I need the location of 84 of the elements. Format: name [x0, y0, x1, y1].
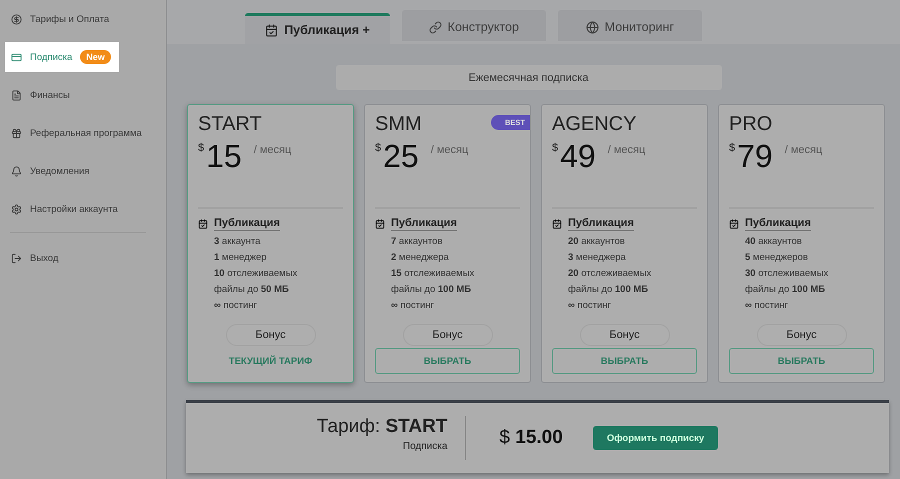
currency-symbol: $: [375, 142, 382, 154]
feature-text: ∞ постинг: [568, 300, 612, 311]
new-badge: New: [80, 50, 111, 64]
bonus-button[interactable]: Бонус: [580, 324, 670, 346]
feature-text: 40 аккаунтов: [745, 236, 803, 247]
price-period: / месяц: [608, 144, 646, 156]
gift-icon: [11, 128, 22, 138]
plan-price: 15: [206, 138, 242, 175]
logout-icon: [11, 252, 22, 264]
tab[interactable]: Публикация +: [245, 13, 390, 44]
feature-text: 5 менеджеров: [745, 252, 809, 263]
calendar-icon: [552, 219, 562, 229]
sidebar-item[interactable]: Настройки аккаунта: [5, 194, 161, 224]
bell-icon: [11, 166, 22, 176]
feature-text: 20 аккаунтов: [568, 236, 626, 247]
price-period: / месяц: [254, 144, 292, 156]
price-period: / месяц: [430, 144, 468, 156]
sidebar-label: Выход: [30, 252, 58, 264]
sidebar-label: Реферальная программа: [30, 128, 142, 138]
plan-type: Подписка: [402, 441, 448, 452]
sidebar-label: Уведомления: [30, 166, 90, 176]
feature-text: 20 отслеживаемых: [568, 268, 652, 279]
tab-label: Мониторинг: [604, 20, 674, 34]
tab-label: Конструктор: [448, 20, 519, 34]
currency-symbol: $: [552, 142, 558, 154]
plan-name: AGENCY: [552, 113, 636, 136]
sidebar-label: Финансы: [30, 90, 70, 100]
feature-text: 10 отслеживаемых: [214, 268, 298, 279]
feature-text: файлы до 100 МБ: [568, 284, 650, 295]
plan-name: SMM: [375, 113, 422, 136]
feature-text: 2 менеджера: [391, 252, 450, 263]
plan-price: 49: [560, 138, 596, 175]
sidebar-label: Тарифы и Оплата: [30, 14, 110, 24]
feature-text: ∞ постинг: [391, 300, 435, 311]
feature-text: 3 менеджера: [568, 252, 627, 263]
feature-text: файлы до 100 МБ: [391, 284, 472, 295]
globe-icon: [586, 20, 599, 34]
sidebar-item[interactable]: Реферальная программа: [5, 118, 161, 148]
feature-heading: Публикация: [391, 217, 457, 231]
sidebar-label: Настройки аккаунта: [30, 204, 118, 214]
subscribe-button[interactable]: Оформить подписку: [592, 426, 718, 450]
feature-heading: Публикация: [214, 217, 280, 231]
calendar-icon: [198, 219, 208, 229]
feature-text: ∞ постинг: [214, 300, 258, 311]
sidebar-item[interactable]: Уведомления: [5, 156, 161, 186]
feature-heading: Публикация: [568, 217, 634, 231]
tab[interactable]: Мониторинг: [558, 10, 702, 41]
plan-summary: Тариф: START: [316, 416, 448, 438]
feature-text: 15 отслеживаемых: [391, 268, 476, 279]
sidebar-item[interactable]: Тарифы и Оплата: [5, 4, 161, 34]
total-price: $ 15.00: [499, 427, 563, 449]
plan-name: START: [198, 113, 262, 136]
sidebar-label: Подписка: [30, 52, 72, 62]
bonus-button[interactable]: Бонус: [756, 324, 846, 346]
feature-text: 3 аккаунта: [214, 236, 262, 247]
feature-text: файлы до 100 МБ: [745, 284, 826, 295]
feature-text: 7 аккаунтов: [391, 236, 444, 247]
sidebar-item[interactable]: Финансы: [5, 80, 161, 110]
document-icon: [11, 90, 22, 100]
plan-price: 25: [383, 138, 419, 175]
feature-text: 30 отслеживаемых: [745, 268, 830, 279]
tab-label: Публикация +: [284, 23, 370, 37]
period-selector[interactable]: Ежемесячная подписка: [336, 65, 722, 90]
feature-text: файлы до 50 МБ: [214, 284, 290, 295]
currency-symbol: $: [729, 142, 736, 154]
feature-text: ∞ постинг: [745, 300, 789, 311]
price-period: / месяц: [784, 144, 822, 156]
tab[interactable]: Конструктор: [402, 10, 546, 41]
sidebar-item[interactable]: Подписка New: [5, 42, 119, 72]
plan-price: 79: [737, 138, 773, 175]
bonus-button[interactable]: Бонус: [402, 324, 492, 346]
bonus-button[interactable]: Бонус: [226, 324, 316, 346]
link-icon: [428, 20, 442, 34]
card-icon: [11, 52, 22, 62]
dollar-icon: [11, 14, 22, 24]
plan-name: PRO: [729, 113, 772, 136]
settings-icon: [11, 204, 22, 214]
calendar-icon: [729, 219, 739, 229]
feature-heading: Публикация: [745, 217, 811, 231]
calendar-icon: [375, 219, 385, 229]
sidebar-item[interactable]: Выход: [5, 243, 161, 273]
calendar-icon: [265, 24, 278, 36]
currency-symbol: $: [198, 142, 204, 154]
feature-text: 1 менеджер: [214, 252, 268, 263]
